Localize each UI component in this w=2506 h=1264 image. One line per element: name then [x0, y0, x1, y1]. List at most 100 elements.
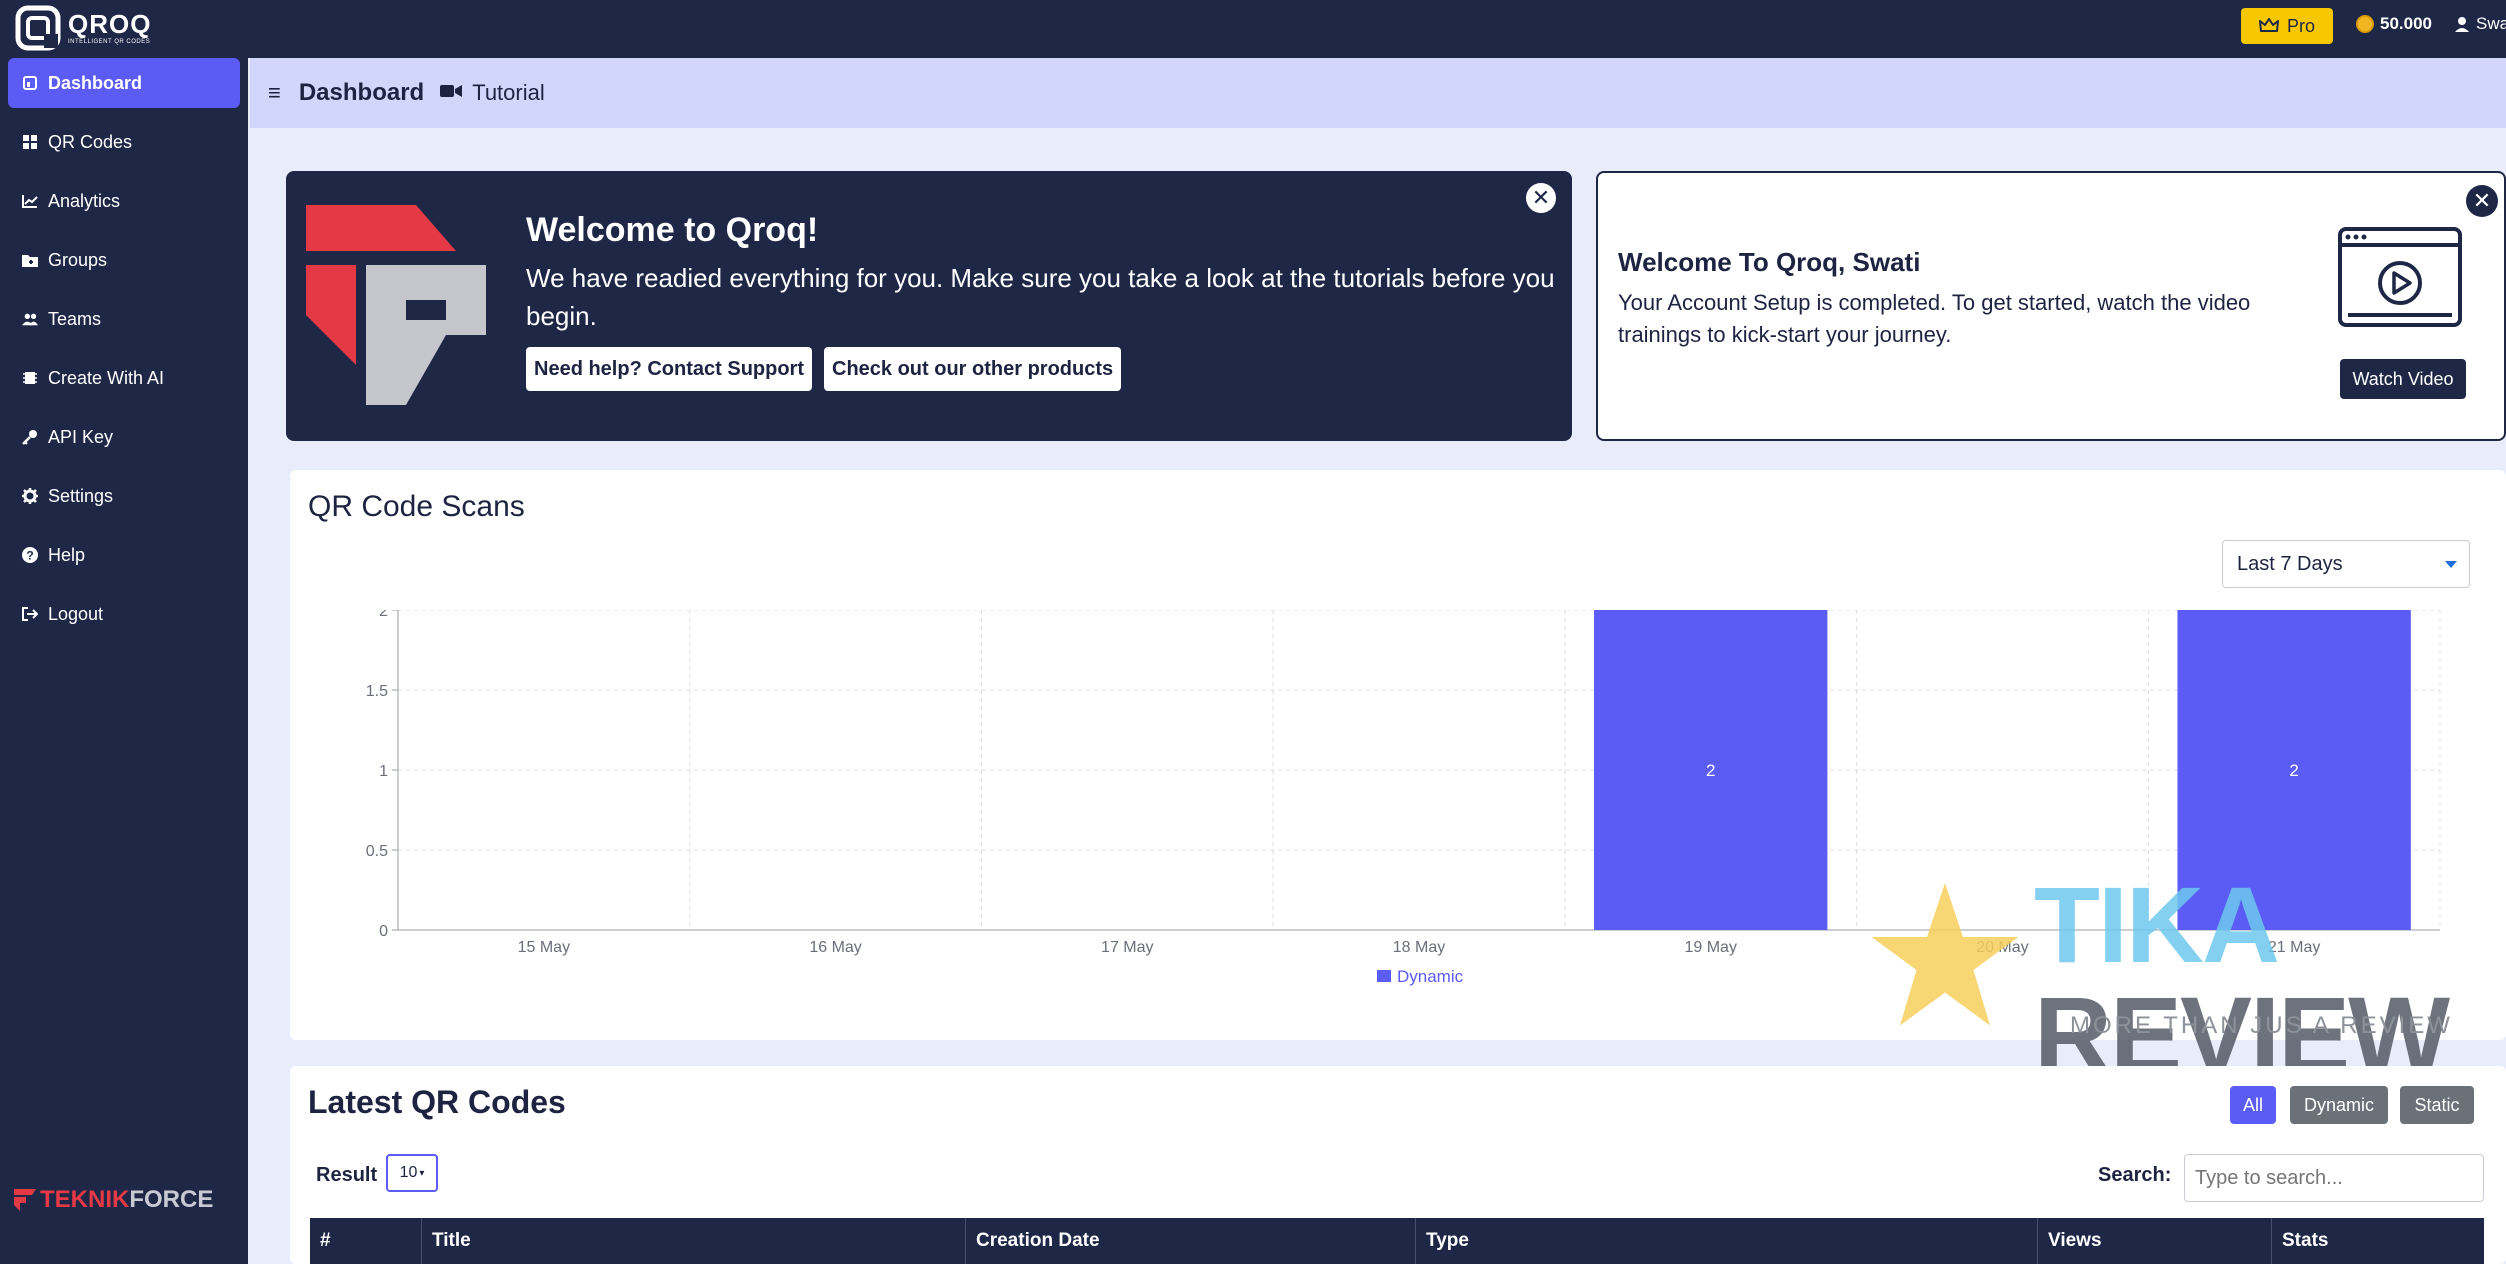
qr-grid-icon	[22, 134, 38, 150]
date-range-select[interactable]: Last 7 Days	[2222, 540, 2470, 588]
welcome-video-text: Your Account Setup is completed. To get …	[1618, 290, 2251, 347]
x-tick-label: 18 May	[1393, 939, 1445, 956]
welcome-title: Welcome to Qroq!	[526, 211, 819, 249]
result-label: Result	[316, 1164, 378, 1186]
brand-f-logo-icon	[306, 205, 486, 405]
search-label: Search:	[2098, 1164, 2172, 1186]
column-header-index[interactable]: #	[310, 1218, 422, 1264]
chart-icon	[22, 193, 38, 209]
y-tick-label: 0	[379, 923, 388, 940]
y-tick-label: 0.5	[366, 843, 388, 860]
sidebar-item-label: Settings	[48, 485, 114, 506]
sidebar-item-qr-codes[interactable]: QR Codes	[8, 117, 240, 167]
video-camera-icon	[440, 84, 463, 103]
sidebar-item-dashboard[interactable]: Dashboard	[8, 58, 240, 108]
sidebar-item-label: Dashboard	[48, 72, 143, 93]
column-header-views[interactable]: Views	[2038, 1218, 2272, 1264]
date-range-value: Last 7 Days	[2237, 552, 2343, 575]
logout-icon	[22, 606, 38, 622]
gear-icon	[22, 488, 38, 504]
sidebar-item-analytics[interactable]: Analytics	[8, 176, 240, 226]
y-tick-label: 1	[379, 763, 388, 780]
folder-icon	[22, 252, 38, 268]
x-tick-label: 19 May	[1684, 939, 1736, 956]
users-icon	[22, 311, 38, 327]
sidebar-item-create-with-ai[interactable]: Create With AI	[8, 353, 240, 403]
crown-icon	[2258, 18, 2279, 32]
scans-bar-chart: 0 0.5 1 1.5 2 15 May 16 May 17 May 18 May 2 19 May…	[366, 610, 2441, 986]
top-bar: QROQ INTELLIGENT QR CODES Pro 50.000 Swa…	[0, 0, 2506, 58]
sidebar-item-settings[interactable]: Settings	[8, 471, 240, 521]
search-input[interactable]	[2184, 1154, 2484, 1202]
result-count-value: 10	[399, 1164, 418, 1181]
sidebar-item-logout[interactable]: Logout	[8, 589, 240, 639]
coin-icon	[2356, 15, 2374, 33]
close-icon[interactable]: ✕	[1526, 183, 1556, 213]
logo-text: QROQ	[68, 9, 152, 39]
qr-scans-title: QR Code Scans	[308, 490, 525, 523]
sidebar-item-label: Create With AI	[48, 367, 165, 388]
chip-icon	[22, 370, 38, 386]
sidebar-item-help[interactable]: ? Help	[8, 530, 240, 580]
sidebar-item-groups[interactable]: Groups	[8, 235, 240, 285]
app-logo[interactable]: QROQ INTELLIGENT QR CODES	[14, 4, 151, 52]
sidebar-item-label: Teams	[48, 308, 102, 329]
teknikforce-text-red: TEKNIK	[40, 1186, 130, 1213]
dashboard-icon	[22, 75, 38, 91]
sidebar-item-label: Logout	[48, 603, 104, 624]
page-header: ≡ Dashboard Tutorial	[250, 58, 2506, 128]
svg-text:?: ?	[26, 549, 33, 563]
x-tick-label: 15 May	[518, 939, 570, 956]
teknikforce-logo-icon	[14, 1189, 36, 1211]
pro-label: Pro	[2286, 15, 2315, 36]
teknikforce-text-white: FORCE	[129, 1186, 214, 1213]
y-tick-label: 1.5	[366, 683, 388, 700]
sidebar-item-label: Help	[48, 544, 86, 565]
column-header-type[interactable]: Type	[1416, 1218, 2038, 1264]
teknikforce-logo[interactable]: TEKNIK FORCE	[14, 1186, 213, 1214]
latest-qr-codes-card: Latest QR Codes All Dynamic Static Resul…	[290, 1066, 2506, 1264]
sidebar-item-label: API Key	[48, 426, 114, 447]
x-tick-label: 21 May	[2268, 939, 2320, 956]
filter-static-button[interactable]: Static	[2400, 1086, 2474, 1124]
chevron-down-icon	[2445, 561, 2457, 568]
watch-video-button[interactable]: Watch Video	[2340, 359, 2466, 399]
sidebar-item-label: Groups	[48, 249, 108, 270]
credits-value: 50.000	[2380, 14, 2432, 33]
table-header: # Title Creation Date Type Views Stats	[310, 1218, 2484, 1264]
qr-scans-card: QR Code Scans Last 7 Days 0 0.5 1 1.5 2 15 Ma…	[290, 470, 2506, 1040]
sidebar-item-label: Analytics	[48, 190, 121, 211]
contact-support-button[interactable]: Need help? Contact Support	[526, 347, 812, 391]
x-tick-label: 20 May	[1976, 939, 2028, 956]
close-icon[interactable]: ✕	[2466, 185, 2498, 217]
question-icon: ?	[22, 547, 38, 563]
logo-subtitle: INTELLIGENT QR CODES	[68, 39, 151, 45]
sidebar-item-teams[interactable]: Teams	[8, 294, 240, 344]
filter-dynamic-button[interactable]: Dynamic	[2290, 1086, 2388, 1124]
column-header-creation-date[interactable]: Creation Date	[966, 1218, 1416, 1264]
welcome-video-card: Welcome To Qroq, Swati Your Account Setu…	[1596, 171, 2506, 441]
video-player-icon	[2338, 227, 2462, 327]
qroq-logo-icon	[15, 5, 61, 51]
credits-display: 50.000	[2356, 14, 2432, 34]
filter-all-button[interactable]: All	[2230, 1086, 2276, 1124]
user-menu[interactable]: Swati	[2454, 14, 2506, 34]
pro-button[interactable]: Pro	[2241, 8, 2333, 44]
welcome-text: We have readied everything for you. Make…	[526, 263, 1555, 331]
hamburger-menu-icon[interactable]: ≡	[268, 80, 281, 106]
y-tick-label: 2	[379, 610, 388, 620]
sidebar: Dashboard QR Codes Analytics Groups Team…	[0, 58, 248, 1264]
sidebar-item-api-key[interactable]: API Key	[8, 412, 240, 462]
column-header-stats[interactable]: Stats	[2272, 1218, 2484, 1264]
user-icon	[2455, 17, 2469, 32]
welcome-video-title: Welcome To Qroq, Swati	[1618, 247, 1921, 277]
tutorial-link[interactable]: Tutorial	[472, 80, 545, 106]
result-count-select[interactable]: 10 ▾	[386, 1154, 438, 1192]
column-header-title[interactable]: Title	[422, 1218, 966, 1264]
other-products-button[interactable]: Check out our other products	[824, 347, 1122, 391]
welcome-banner: Welcome to Qroq! We have readied everyth…	[286, 171, 1572, 441]
caret-down-icon: ▾	[419, 1167, 425, 1179]
key-icon	[22, 429, 38, 445]
bar-data-label: 2	[1706, 761, 1715, 780]
legend-label: Dynamic	[1397, 967, 1464, 986]
